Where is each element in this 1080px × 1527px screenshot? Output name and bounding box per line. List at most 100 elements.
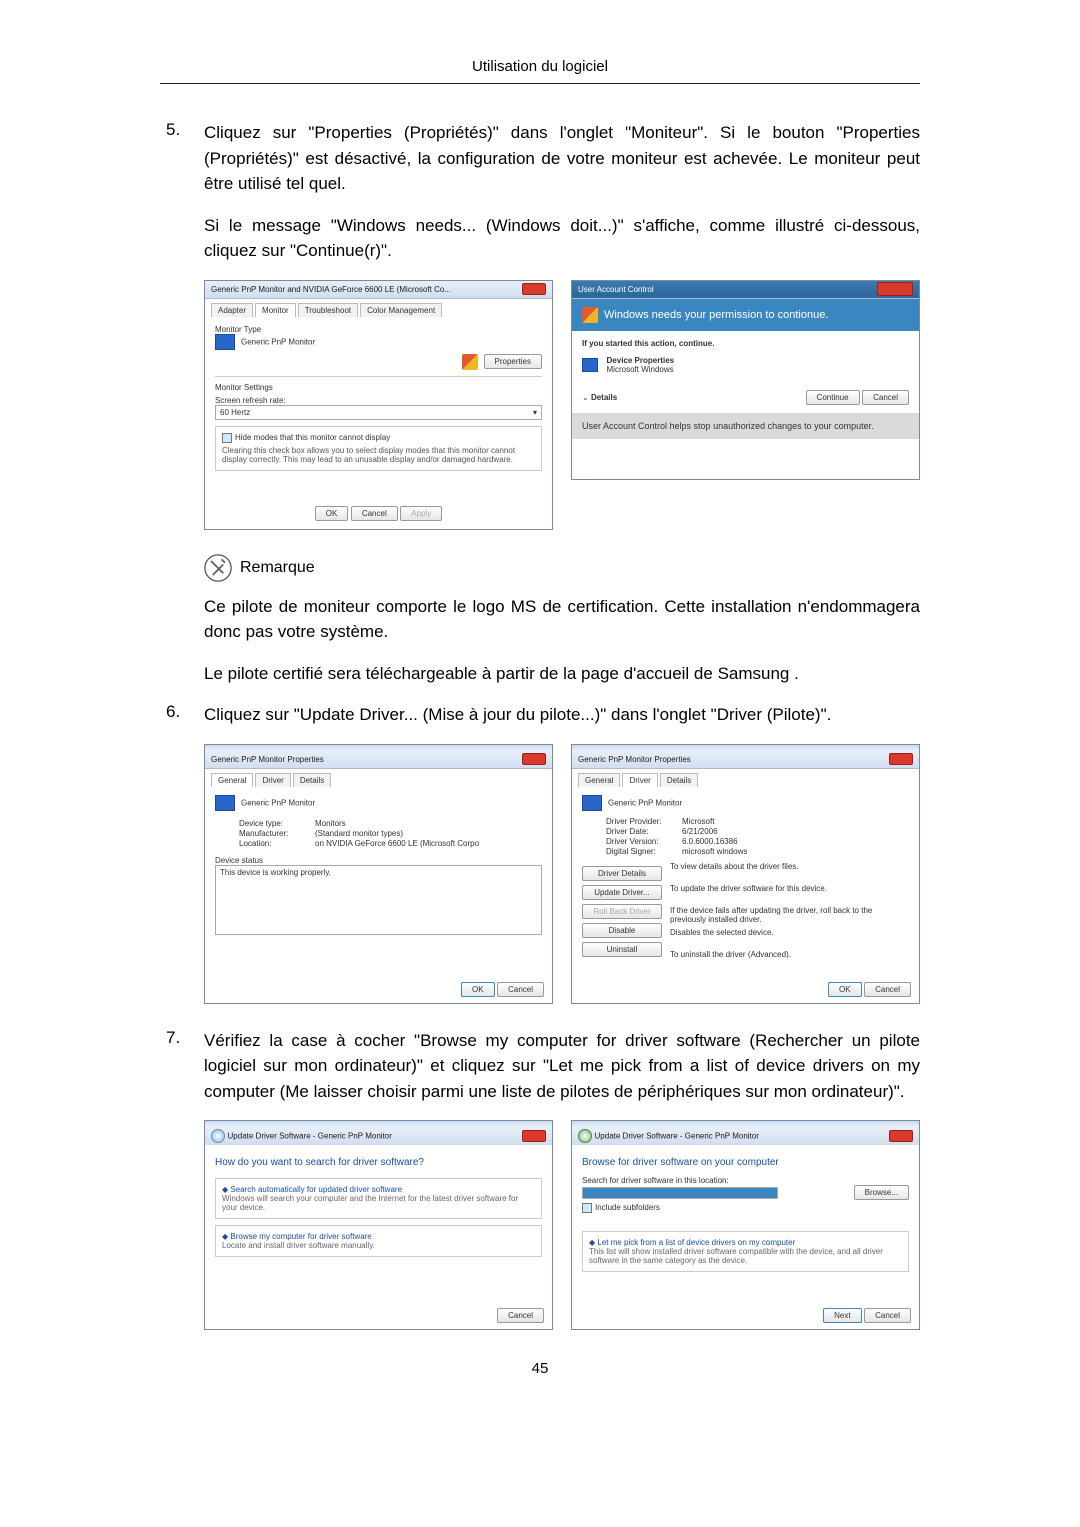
uac-window: User Account Control Windows needs your … — [571, 280, 920, 480]
page-number: 45 — [160, 1360, 920, 1377]
win3-name: Generic PnP Monitor — [241, 798, 315, 807]
close-icon[interactable] — [877, 282, 913, 296]
driver-provider-value: Microsoft — [682, 817, 714, 826]
win5-heading: How do you want to search for driver sof… — [215, 1157, 542, 1168]
manufacturer-label: Manufacturer: — [239, 829, 309, 838]
let-me-pick-option[interactable]: ◆ Let me pick from a list of device driv… — [582, 1231, 909, 1272]
search-auto-option[interactable]: ◆ Search automatically for updated drive… — [215, 1178, 542, 1219]
win1-title: Generic PnP Monitor and NVIDIA GeForce 6… — [211, 285, 451, 294]
header-rule — [160, 83, 920, 84]
disable-button[interactable]: Disable — [582, 923, 662, 938]
tab-details[interactable]: Details — [293, 773, 331, 787]
tab-color-management[interactable]: Color Management — [360, 303, 442, 317]
cancel-button[interactable]: Cancel — [497, 1308, 544, 1323]
header-title: Utilisation du logiciel — [160, 58, 920, 75]
note-para2: Le pilote certifié sera téléchargeable à… — [204, 661, 920, 687]
uac-if-started: If you started this action, continue. — [582, 339, 909, 348]
ok-button[interactable]: OK — [828, 982, 862, 997]
tab-troubleshoot[interactable]: Troubleshoot — [298, 303, 358, 317]
refresh-rate-label: Screen refresh rate: — [215, 396, 542, 405]
win6-title: Update Driver Software - Generic PnP Mon… — [595, 1131, 759, 1140]
location-label: Location: — [239, 839, 309, 848]
hide-modes-checkbox[interactable] — [222, 433, 232, 443]
manufacturer-value: (Standard monitor types) — [315, 829, 403, 838]
uninstall-desc: To uninstall the driver (Advanced). — [670, 950, 909, 972]
win6-heading: Browse for driver software on your compu… — [582, 1157, 909, 1168]
win3-title: Generic PnP Monitor Properties — [211, 755, 324, 764]
step6-number: 6. — [166, 702, 180, 722]
tab-general[interactable]: General — [211, 773, 253, 787]
back-icon[interactable] — [211, 1129, 225, 1143]
step7-para: Vérifiez la case à cocher "Browse my com… — [204, 1028, 920, 1105]
close-icon[interactable] — [522, 283, 546, 295]
driver-provider-label: Driver Provider: — [606, 817, 676, 826]
note-icon — [204, 554, 232, 582]
step7-number: 7. — [166, 1028, 180, 1048]
digital-signer-label: Digital Signer: — [606, 847, 676, 856]
ok-button[interactable]: OK — [461, 982, 495, 997]
cancel-button[interactable]: Cancel — [497, 982, 544, 997]
uac-device-properties: Device Properties — [607, 356, 675, 365]
close-icon[interactable] — [522, 1130, 546, 1142]
tab-adapter[interactable]: Adapter — [211, 303, 253, 317]
browse-computer-option[interactable]: ◆ Browse my computer for driver software… — [215, 1225, 542, 1257]
location-field[interactable] — [582, 1187, 778, 1199]
step6-para: Cliquez sur "Update Driver... (Mise à jo… — [204, 702, 920, 728]
step5-para2: Si le message "Windows needs... (Windows… — [204, 213, 920, 264]
update-driver-search-window: Update Driver Software - Generic PnP Mon… — [204, 1120, 553, 1330]
properties-button[interactable]: Properties — [484, 354, 542, 369]
update-driver-browse-window: Update Driver Software - Generic PnP Mon… — [571, 1120, 920, 1330]
uac-message: Windows needs your permission to contion… — [604, 308, 828, 320]
cancel-button[interactable]: Cancel — [864, 1308, 911, 1323]
include-subfolders-label: Include subfolders — [595, 1203, 660, 1212]
browse-button[interactable]: Browse... — [854, 1185, 909, 1200]
uac-footer: User Account Control helps stop unauthor… — [572, 413, 919, 439]
close-icon[interactable] — [889, 753, 913, 765]
cancel-button[interactable]: Cancel — [864, 982, 911, 997]
cancel-button[interactable]: Cancel — [351, 506, 398, 521]
apply-button[interactable]: Apply — [400, 506, 442, 521]
note-label: Remarque — [240, 559, 315, 577]
tab-driver[interactable]: Driver — [255, 773, 290, 787]
rollback-driver-desc: If the device fails after updating the d… — [670, 906, 909, 928]
close-icon[interactable] — [522, 753, 546, 765]
driver-details-button[interactable]: Driver Details — [582, 866, 662, 881]
note-para1: Ce pilote de moniteur comporte le logo M… — [204, 594, 920, 645]
win4-name: Generic PnP Monitor — [608, 798, 682, 807]
monitor-type-label: Monitor Type — [215, 325, 542, 334]
next-button[interactable]: Next — [823, 1308, 861, 1323]
tab-driver[interactable]: Driver — [622, 773, 657, 787]
ok-button[interactable]: OK — [315, 506, 349, 521]
chevron-down-icon: ⌄ — [582, 393, 591, 402]
monitor-settings-label: Monitor Settings — [215, 383, 542, 392]
shield-icon — [462, 354, 478, 370]
chevron-down-icon: ▾ — [533, 408, 537, 417]
tab-details[interactable]: Details — [660, 773, 698, 787]
tab-monitor[interactable]: Monitor — [255, 303, 296, 317]
update-driver-button[interactable]: Update Driver... — [582, 885, 662, 900]
device-status-label: Device status — [215, 856, 542, 865]
refresh-rate-select[interactable]: 60 Hertz ▾ — [215, 405, 542, 420]
driver-general-window: Generic PnP Monitor Properties General D… — [204, 744, 553, 1004]
cancel-button[interactable]: Cancel — [862, 390, 909, 405]
driver-date-label: Driver Date: — [606, 827, 676, 836]
driver-version-label: Driver Version: — [606, 837, 676, 846]
win5-title: Update Driver Software - Generic PnP Mon… — [228, 1131, 392, 1140]
close-icon[interactable] — [889, 1130, 913, 1142]
driver-version-value: 6.0.6000.16386 — [682, 837, 738, 846]
back-icon[interactable] — [578, 1129, 592, 1143]
hide-modes-desc: Clearing this check box allows you to se… — [222, 446, 535, 464]
uac-details-toggle[interactable]: ⌄ Details — [582, 393, 617, 402]
continue-button[interactable]: Continue — [806, 390, 860, 405]
monitor-properties-window: Generic PnP Monitor and NVIDIA GeForce 6… — [204, 280, 553, 530]
device-icon — [582, 358, 598, 372]
disable-desc: Disables the selected device. — [670, 928, 909, 950]
device-status-box: This device is working properly. — [215, 865, 542, 935]
monitor-icon — [215, 334, 235, 350]
tab-general[interactable]: General — [578, 773, 620, 787]
location-value: on NVIDIA GeForce 6600 LE (Microsoft Cor… — [315, 839, 479, 848]
rollback-driver-button[interactable]: Roll Back Driver — [582, 904, 662, 919]
include-subfolders-checkbox[interactable] — [582, 1203, 592, 1213]
uninstall-button[interactable]: Uninstall — [582, 942, 662, 957]
monitor-icon — [215, 795, 235, 811]
